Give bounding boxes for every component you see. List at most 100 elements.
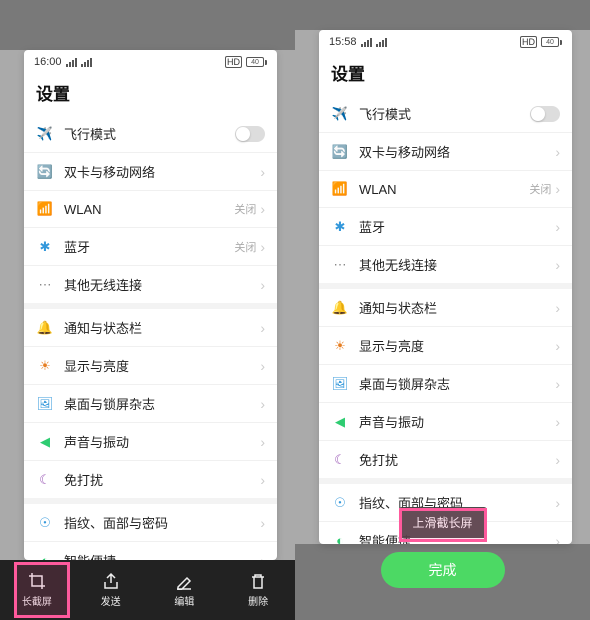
toggle-switch[interactable]	[530, 106, 560, 122]
toolbar-label: 发送	[101, 593, 121, 608]
row-icon: 🔄	[331, 143, 349, 161]
settings-row[interactable]: ✱蓝牙关闭›	[24, 227, 277, 265]
row-icon: ☾	[36, 471, 54, 489]
settings-row[interactable]: 📶WLAN关闭›	[319, 170, 572, 207]
settings-row[interactable]: ⋯其他无线连接›	[24, 265, 277, 303]
settings-row[interactable]: ☾ 免打扰›	[24, 460, 277, 498]
chevron-right-icon: ›	[260, 396, 265, 412]
toolbar-label: 编辑	[174, 593, 194, 608]
hd-icon: HD	[225, 56, 242, 68]
row-icon: ☾	[331, 451, 349, 469]
row-icon: ☉	[36, 514, 54, 532]
row-label: 智能便捷	[64, 551, 260, 560]
chevron-right-icon: ›	[260, 472, 265, 488]
row-label: 蓝牙	[64, 237, 234, 256]
signal-icon	[361, 38, 372, 47]
row-label: 显示与亮度	[64, 356, 260, 375]
row-icon: ✈️	[36, 125, 54, 143]
row-label: 桌面与锁屏杂志	[64, 394, 260, 413]
done-button[interactable]: 完成	[381, 552, 505, 588]
chevron-right-icon: ›	[555, 219, 560, 235]
battery-icon: 40	[541, 37, 562, 47]
status-bar: 15:58 HD 40	[319, 30, 572, 54]
row-icon: ⋯	[36, 276, 54, 294]
row-icon: 📶	[36, 200, 54, 218]
signal-icon-2	[376, 38, 387, 47]
row-icon: ⋯	[331, 256, 349, 274]
row-label: 声音与振动	[359, 412, 555, 431]
row-icon: ◀	[36, 433, 54, 451]
hd-icon: HD	[520, 36, 537, 48]
settings-row[interactable]: 🔔通知与状态栏›	[24, 309, 277, 346]
settings-row[interactable]: ☀显示与亮度›	[319, 326, 572, 364]
toolbar-label: 长截屏	[22, 593, 52, 608]
settings-row[interactable]: ☾ 免打扰›	[319, 440, 572, 478]
row-label: 飞行模式	[64, 124, 235, 143]
settings-row[interactable]: ☀ 显示与亮度›	[24, 346, 277, 384]
edit-button[interactable]: 编辑	[154, 572, 214, 608]
settings-row[interactable]: 🖼桌面与锁屏杂志›	[319, 364, 572, 402]
row-value: 关闭	[234, 239, 256, 255]
share-icon	[102, 572, 120, 590]
row-label: WLAN	[64, 202, 234, 217]
row-label: 双卡与移动网络	[64, 162, 260, 181]
long-screenshot-button[interactable]: 长截屏	[7, 572, 67, 608]
settings-row[interactable]: ✈️ 飞行模式	[24, 115, 277, 152]
chevron-right-icon: ›	[555, 452, 560, 468]
share-button[interactable]: 发送	[81, 572, 141, 608]
row-icon: 🔔	[331, 299, 349, 317]
page-title: 设置	[24, 74, 277, 115]
chevron-right-icon: ›	[555, 181, 560, 197]
chevron-right-icon: ›	[260, 320, 265, 336]
battery-icon: 40	[246, 57, 267, 67]
row-icon: ◀	[331, 413, 349, 431]
edit-icon	[175, 572, 193, 590]
settings-row[interactable]: ◀声音与振动›	[24, 422, 277, 460]
phone-left: 16:00 HD 40 设置 ✈️飞行模式🔄双卡与移动网络›📶WLAN关闭›✱蓝…	[0, 0, 295, 620]
row-icon: ✱	[331, 218, 349, 236]
row-label: 桌面与锁屏杂志	[359, 374, 555, 393]
settings-row[interactable]: ◐ 智能便捷›	[24, 541, 277, 560]
settings-row[interactable]: ✱蓝牙›	[319, 207, 572, 245]
settings-panel: 15:58 HD 40 设置 ✈️飞行模式🔄双卡与移动网络›📶WLAN关闭›✱蓝…	[319, 30, 572, 544]
chevron-right-icon: ›	[260, 553, 265, 561]
settings-row[interactable]: 🖼桌面与锁屏杂志›	[24, 384, 277, 422]
row-icon: ☀	[36, 357, 54, 375]
toolbar-label: 删除	[248, 593, 268, 608]
crop-icon	[28, 572, 46, 590]
signal-icon	[66, 58, 77, 67]
chevron-right-icon: ›	[555, 257, 560, 273]
chevron-right-icon: ›	[555, 533, 560, 545]
settings-row[interactable]: 📶WLAN关闭›	[24, 190, 277, 227]
row-value: 关闭	[529, 181, 551, 197]
settings-row[interactable]: 🔔通知与状态栏›	[319, 289, 572, 326]
settings-row[interactable]: ◀声音与振动›	[319, 402, 572, 440]
row-icon: ☉	[331, 494, 349, 512]
row-icon: 🖼	[331, 375, 349, 393]
row-label: 其他无线连接	[359, 255, 555, 274]
row-icon: ◐	[36, 552, 54, 561]
row-label: 双卡与移动网络	[359, 142, 555, 161]
toggle-switch[interactable]	[235, 126, 265, 142]
row-label: 指纹、面部与密码	[64, 513, 260, 532]
chevron-right-icon: ›	[555, 300, 560, 316]
row-label: 免打扰	[359, 450, 555, 469]
delete-button[interactable]: 删除	[228, 572, 288, 608]
row-label: 免打扰	[64, 470, 260, 489]
settings-panel: 16:00 HD 40 设置 ✈️飞行模式🔄双卡与移动网络›📶WLAN关闭›✱蓝…	[24, 50, 277, 560]
chevron-right-icon: ›	[555, 495, 560, 511]
settings-row[interactable]: ☉ 指纹、面部与密码›	[24, 504, 277, 541]
settings-row[interactable]: ✈️ 飞行模式	[319, 95, 572, 132]
row-label: 飞行模式	[359, 104, 530, 123]
row-value: 关闭	[234, 201, 256, 217]
settings-row[interactable]: 🔄双卡与移动网络›	[319, 132, 572, 170]
settings-row[interactable]: 🔄双卡与移动网络›	[24, 152, 277, 190]
status-bar: 16:00 HD 40	[24, 50, 277, 74]
chevron-right-icon: ›	[260, 515, 265, 531]
row-icon: ✈️	[331, 105, 349, 123]
chevron-right-icon: ›	[260, 358, 265, 374]
settings-row[interactable]: ⋯ 其他无线连接›	[319, 245, 572, 283]
row-icon: 📶	[331, 180, 349, 198]
chevron-right-icon: ›	[260, 239, 265, 255]
trash-icon	[249, 572, 267, 590]
